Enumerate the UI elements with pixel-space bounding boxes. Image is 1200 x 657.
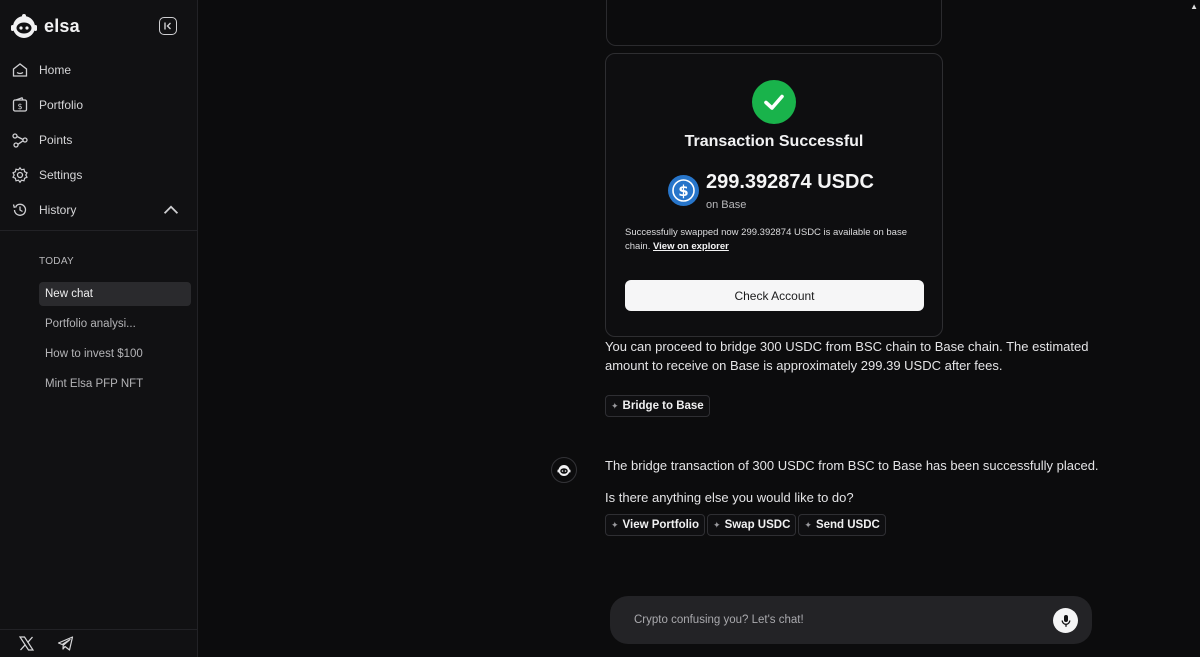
collapse-sidebar-button[interactable] [159, 17, 177, 35]
chat-history-item[interactable]: How to invest $100 [39, 342, 191, 366]
mic-button[interactable] [1053, 608, 1078, 633]
social-links [0, 629, 198, 657]
check-account-button[interactable]: Check Account [625, 280, 924, 311]
nav-home-label: Home [39, 62, 72, 77]
nav-history-label: History [39, 202, 77, 217]
bridge-to-base-chip[interactable]: ✦ Bridge to Base [605, 395, 710, 417]
usdc-icon: $ [668, 175, 699, 206]
x-logo-icon[interactable] [18, 635, 35, 652]
mic-icon [1061, 614, 1070, 627]
telegram-icon[interactable] [57, 635, 74, 652]
gear-icon [12, 166, 28, 183]
chat-history-item[interactable]: New chat [39, 282, 191, 306]
bridge-action-row: ✦ Bridge to Base [605, 395, 712, 417]
sparkle-icon: ✦ [713, 519, 721, 530]
transaction-description: Successfully swapped now 299.392874 USDC… [625, 226, 925, 254]
points-icon [12, 132, 28, 148]
nav-portfolio-label: Portfolio [39, 97, 84, 112]
nav-points-label: Points [39, 132, 73, 147]
bridge-placed-message: The bridge transaction of 300 USDC from … [605, 458, 1099, 473]
brand-name: elsa [44, 15, 80, 36]
nav-settings[interactable]: Settings [0, 157, 198, 192]
transaction-amount: 299.392874 USDC [706, 171, 874, 193]
chip-label: Bridge to Base [622, 400, 704, 412]
chat-history-item[interactable]: Mint Elsa PFP NFT [39, 372, 191, 396]
history-icon [12, 203, 27, 216]
sidebar: elsa Home $ Portfolio Points Settings Hi… [0, 0, 198, 657]
chevron-up-icon[interactable] [162, 201, 180, 219]
view-on-explorer-link[interactable]: View on explorer [653, 241, 729, 252]
success-check-icon [752, 80, 796, 124]
nav-home[interactable]: Home [0, 52, 198, 87]
bot-avatar [551, 457, 577, 483]
brand[interactable]: elsa [10, 12, 80, 40]
transaction-card: Transaction Successful $ 299.392874 USDC… [605, 53, 943, 337]
followup-message: Is there anything else you would like to… [605, 490, 854, 505]
chip-label: Swap USDC [724, 519, 791, 531]
send-usdc-chip[interactable]: ✦ Send USDC [798, 514, 886, 536]
previous-card [606, 0, 942, 46]
swap-usdc-chip[interactable]: ✦ Swap USDC [707, 514, 797, 536]
chat-history-list: New chat Portfolio analysi... How to inv… [39, 282, 191, 402]
scrollbar[interactable]: ▲ [1190, 0, 1200, 657]
nav-history[interactable]: History [0, 192, 198, 227]
collapse-icon [164, 22, 171, 30]
view-portfolio-chip[interactable]: ✦ View Portfolio [605, 514, 706, 536]
nav-divider [0, 230, 198, 231]
transaction-title: Transaction Successful [684, 133, 864, 150]
bridge-info-message: You can proceed to bridge 300 USDC from … [605, 339, 1089, 373]
chip-label: View Portfolio [622, 519, 700, 531]
home-icon [12, 62, 28, 77]
elsa-avatar-icon [557, 465, 571, 476]
sparkle-icon: ✦ [611, 400, 619, 411]
chat-input[interactable] [634, 610, 1034, 630]
svg-text:$: $ [678, 182, 688, 200]
sparkle-icon: ✦ [804, 519, 812, 530]
chat-area[interactable]: ▲ Transaction Successful $ 299.392874 US… [198, 0, 1200, 657]
main-nav: Home $ Portfolio Points Settings History [0, 52, 198, 227]
nav-settings-label: Settings [39, 167, 83, 182]
transaction-chain: on Base [706, 199, 747, 211]
chat-input-bar [610, 596, 1092, 644]
nav-portfolio[interactable]: $ Portfolio [0, 87, 198, 122]
followup-action-row: ✦ View Portfolio ✦ Swap USDC ✦ Send USDC [605, 514, 888, 536]
history-section-label: TODAY [39, 256, 75, 267]
sparkle-icon: ✦ [611, 519, 619, 530]
elsa-logo-icon [11, 14, 37, 38]
svg-text:$: $ [17, 102, 22, 111]
chat-history-item[interactable]: Portfolio analysi... [39, 312, 191, 336]
wallet-icon: $ [12, 96, 28, 112]
chip-label: Send USDC [815, 519, 880, 531]
scroll-up-arrow-icon[interactable]: ▲ [1190, 2, 1198, 11]
nav-points[interactable]: Points [0, 122, 198, 157]
